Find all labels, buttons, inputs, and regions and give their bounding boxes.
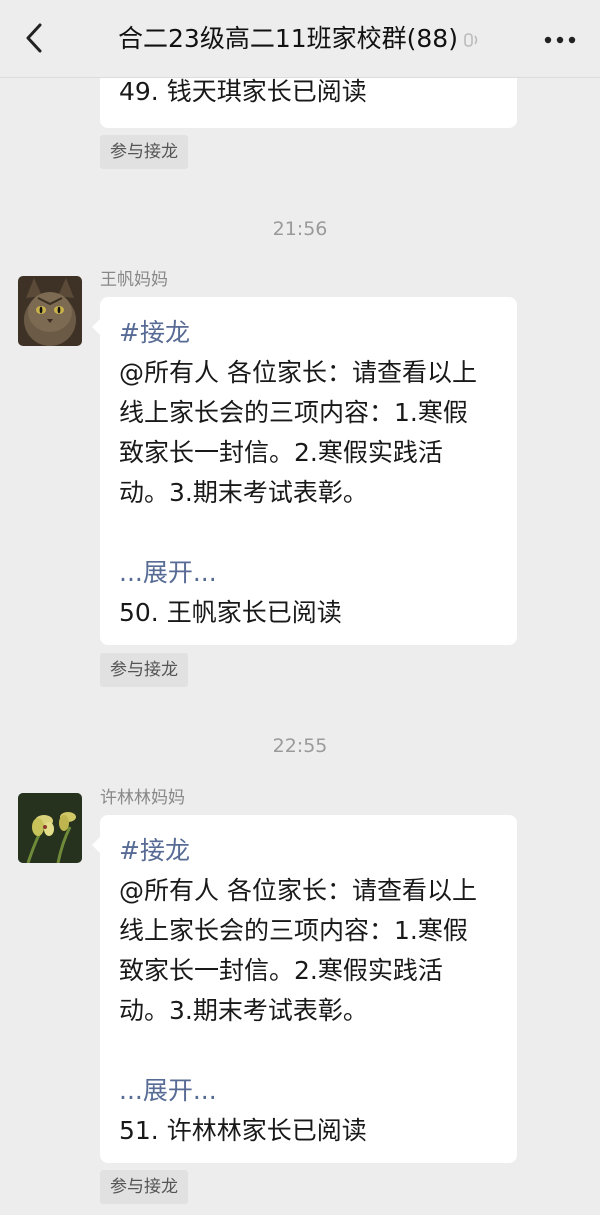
solitaire-entry: 50. 王帆家长已阅读 [119, 598, 342, 627]
more-icon [544, 36, 576, 44]
join-solitaire-button[interactable]: 参与接龙 [100, 653, 188, 687]
chat-header: 合二23级高二11班家校群(88) [0, 0, 600, 78]
message-line: 线上家长会的三项内容：1.寒假 [119, 398, 468, 427]
message-bubble[interactable]: #接龙 @所有人 各位家长：请查看以上 线上家长会的三项内容：1.寒假 致家长一… [92, 815, 517, 1163]
join-solitaire-button[interactable]: 参与接龙 [100, 1170, 188, 1204]
message-line: 动。3.期末考试表彰。 [119, 478, 368, 507]
bubble-tail [92, 837, 100, 853]
message-line: 致家长一封信。2.寒假实践活 [119, 438, 443, 467]
mute-icon [464, 33, 478, 47]
message-line: @所有人 各位家长：请查看以上 [119, 358, 477, 387]
expand-link[interactable]: ...展开... [119, 553, 517, 593]
avatar[interactable] [18, 276, 82, 346]
sender-name: 王帆妈妈 [100, 270, 168, 290]
message-line: 动。3.期末考试表彰。 [119, 996, 368, 1025]
hashtag-link[interactable]: #接龙 [119, 313, 517, 353]
message-line: @所有人 各位家长：请查看以上 [119, 876, 477, 905]
chat-title-wrap: 合二23级高二11班家校群(88) [0, 22, 600, 56]
solitaire-entry: 51. 许林林家长已阅读 [119, 1116, 367, 1145]
message-line: 致家长一封信。2.寒假实践活 [119, 956, 443, 985]
bubble-tail [92, 319, 100, 335]
sender-name: 许林林妈妈 [100, 788, 185, 808]
message-bubble[interactable]: #接龙 @所有人 各位家长：请查看以上 线上家长会的三项内容：1.寒假 致家长一… [92, 297, 517, 645]
timestamp: 22:55 [272, 735, 328, 757]
solitaire-entry: 49. 钱天琪家长已阅读 [119, 77, 367, 106]
join-solitaire-button[interactable]: 参与接龙 [100, 135, 188, 169]
more-button[interactable] [538, 20, 582, 60]
orchid-avatar-icon [18, 793, 82, 863]
avatar[interactable] [18, 793, 82, 863]
chat-title: 合二23级高二11班家校群(88) [118, 24, 458, 53]
timestamp: 21:56 [272, 218, 328, 240]
cat-avatar-icon [18, 276, 82, 346]
hashtag-link[interactable]: #接龙 [119, 831, 517, 871]
expand-link[interactable]: ...展开... [119, 1071, 517, 1111]
message-line: 线上家长会的三项内容：1.寒假 [119, 916, 468, 945]
